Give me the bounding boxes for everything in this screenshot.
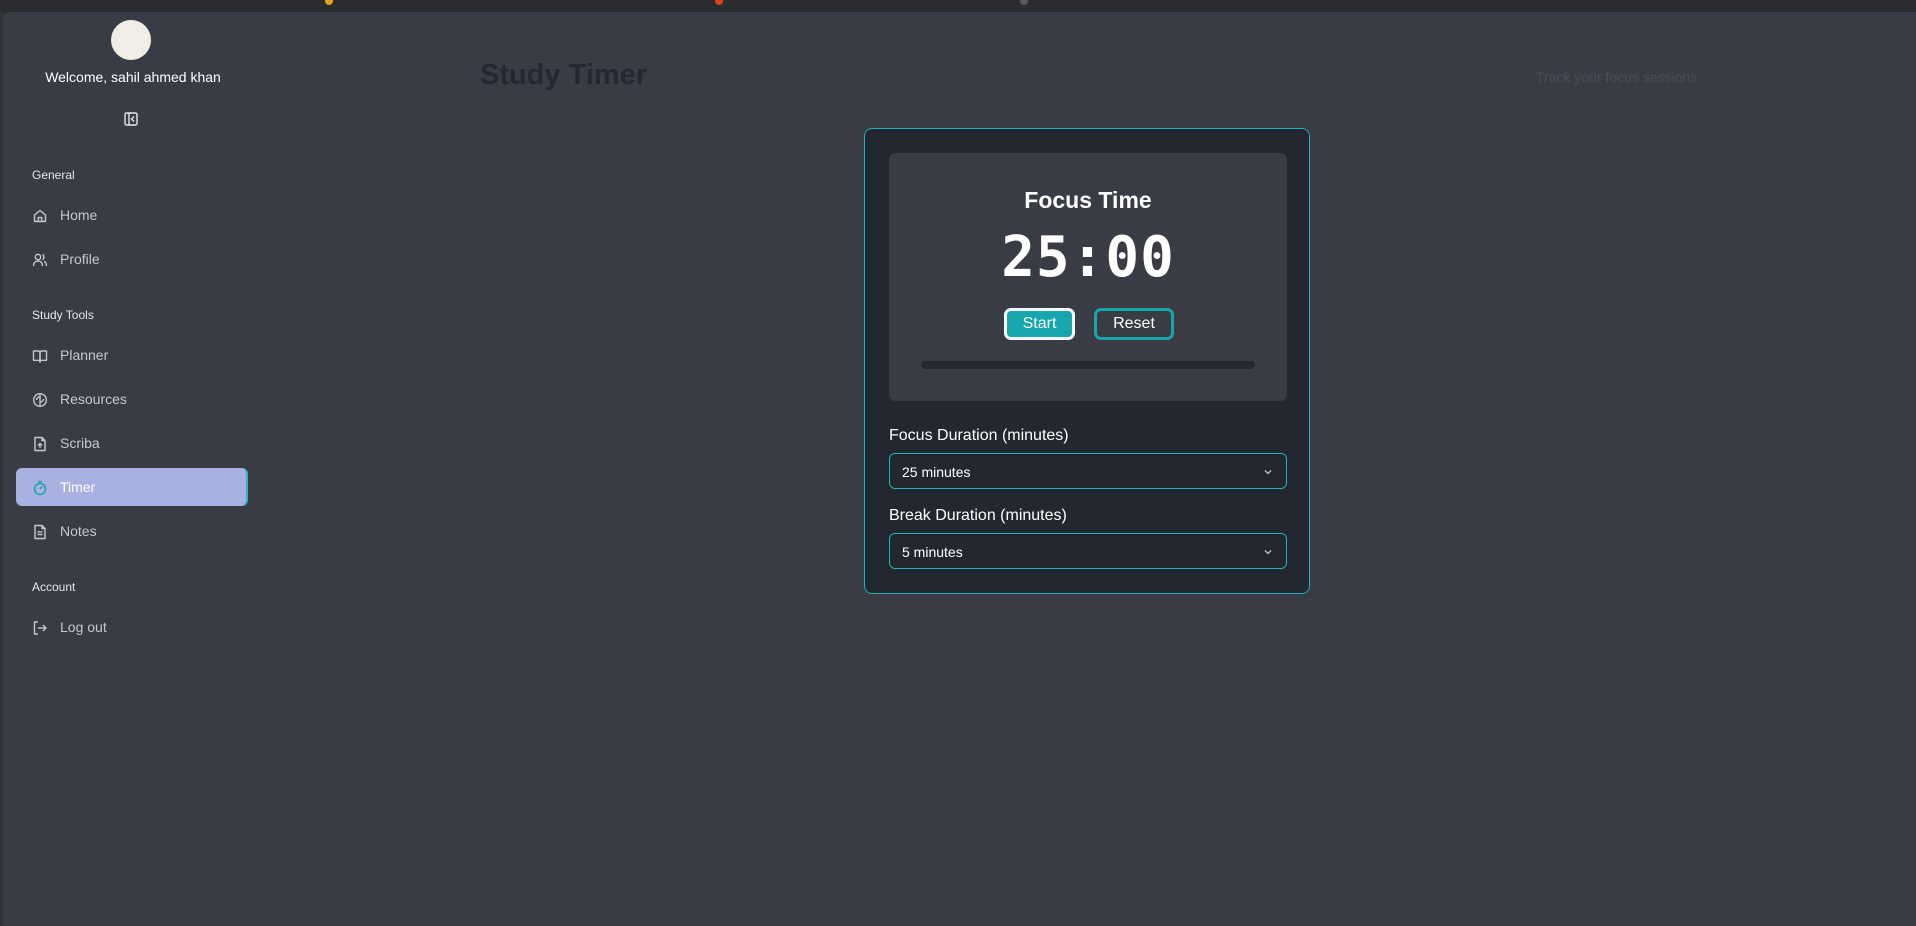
welcome-text: Welcome, sahil ahmed khan xyxy=(45,69,221,85)
collapse-sidebar-icon[interactable] xyxy=(123,111,139,127)
sidebar-item-timer[interactable]: Timer xyxy=(16,468,248,506)
file-upload-icon xyxy=(32,436,48,452)
timer-display: 25:00 xyxy=(1001,225,1175,290)
app-window: Welcome, sahil ahmed khan General Home P… xyxy=(3,12,1916,926)
logout-icon xyxy=(32,620,48,636)
reset-button[interactable]: Reset xyxy=(1094,308,1174,340)
timer-progress-bar xyxy=(921,361,1255,369)
timer-card: Focus Time 25:00 Start Reset Focus Durat… xyxy=(864,128,1310,594)
sidebar-item-resources[interactable]: Resources xyxy=(16,380,246,418)
sidebar-item-scriba[interactable]: Scriba xyxy=(16,424,246,462)
break-duration-value: 5 minutes xyxy=(902,544,963,560)
avatar[interactable] xyxy=(111,20,151,60)
timer-panel: Focus Time 25:00 Start Reset xyxy=(889,153,1287,401)
sidebar-item-label: Scriba xyxy=(60,435,100,451)
users-icon xyxy=(32,252,48,268)
sidebar-item-logout[interactable]: Log out xyxy=(16,608,246,646)
sidebar-item-planner[interactable]: Planner xyxy=(16,336,246,374)
sidebar-item-label: Log out xyxy=(60,619,107,635)
brain-icon xyxy=(32,392,48,408)
group-label-study-tools: Study Tools xyxy=(32,308,94,322)
sidebar: Welcome, sahil ahmed khan General Home P… xyxy=(3,12,263,926)
sidebar-item-profile[interactable]: Profile xyxy=(16,240,246,278)
sidebar-item-label: Home xyxy=(60,207,98,223)
start-button[interactable]: Start xyxy=(1004,308,1075,340)
sidebar-item-notes[interactable]: Notes xyxy=(16,512,246,550)
home-icon xyxy=(32,208,48,224)
chevron-down-icon xyxy=(1262,466,1274,478)
browser-top-strip xyxy=(0,0,1916,12)
sidebar-item-label: Planner xyxy=(60,347,109,363)
sidebar-item-home[interactable]: Home xyxy=(16,196,246,234)
timer-icon xyxy=(32,480,48,496)
page-title: Study Timer xyxy=(480,59,648,91)
sidebar-item-label: Profile xyxy=(60,251,100,267)
group-label-account: Account xyxy=(32,580,76,594)
group-label-general: General xyxy=(32,168,75,182)
focus-duration-label: Focus Duration (minutes) xyxy=(889,427,1069,444)
chevron-down-icon xyxy=(1262,546,1274,558)
sidebar-item-label: Resources xyxy=(60,391,127,407)
focus-duration-value: 25 minutes xyxy=(902,464,971,480)
timer-mode-title: Focus Time xyxy=(1024,187,1152,213)
break-duration-select[interactable]: 5 minutes xyxy=(889,533,1287,569)
page-subtitle: Track your focus sessions xyxy=(1536,69,1698,85)
notes-icon xyxy=(32,524,48,540)
sidebar-item-label: Timer xyxy=(60,479,96,495)
sidebar-item-label: Notes xyxy=(60,523,97,539)
break-duration-label: Break Duration (minutes) xyxy=(889,507,1067,524)
book-open-icon xyxy=(32,348,48,364)
focus-duration-select[interactable]: 25 minutes xyxy=(889,453,1287,489)
